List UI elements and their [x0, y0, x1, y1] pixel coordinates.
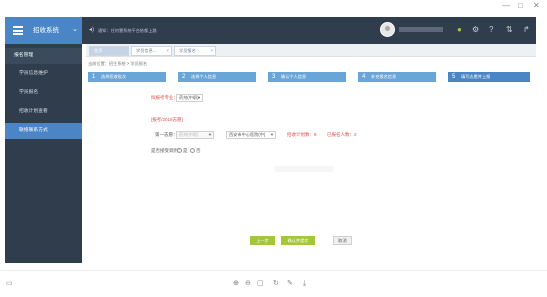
breadcrumb: 当前位置：招生系统 > 学员报名: [88, 61, 148, 66]
plan-count: 招收计划数：8: [287, 132, 317, 137]
placeholder-block: [275, 166, 333, 172]
speaker-icon: ◂): [89, 27, 95, 33]
chevron-down-icon: ▼: [208, 132, 212, 137]
system-title: 招收系统: [33, 27, 59, 34]
step-number: 2: [182, 74, 186, 80]
sidebar-item-student-info[interactable]: 学员信息维护: [5, 66, 82, 82]
help-icon[interactable]: ?: [489, 25, 493, 35]
wechat-icon[interactable]: ●: [457, 25, 462, 35]
step-label: 确认个人信息: [281, 74, 307, 79]
tab-label: 学员信息...: [136, 48, 157, 53]
gear-icon[interactable]: ⚙: [472, 25, 479, 35]
step-label: 填写志愿并上报: [461, 74, 491, 79]
notice-marquee: 通知：任何慧系统平台依都上路: [98, 28, 157, 33]
rotate-icon[interactable]: ↻: [273, 279, 279, 288]
cancel-button[interactable]: 取消: [333, 236, 352, 245]
major-select-value: 药剂(中职): [179, 95, 199, 100]
tab-student-register[interactable]: 学员报名 ×: [174, 46, 216, 56]
volunteer-section-title: [报考/2018志愿]: [151, 117, 183, 122]
first-choice-select[interactable]: 药剂(中职) ▼: [176, 131, 214, 139]
adjust-yes-radio[interactable]: 是: [177, 147, 188, 155]
step-number: 4: [362, 74, 366, 80]
step-2: 2 选择个人信息: [178, 72, 256, 82]
school-select-value: 西安市中心医院(中): [229, 132, 266, 137]
major-label: 拟报考专业：: [151, 95, 178, 100]
close-window-button[interactable]: ✕: [533, 1, 540, 11]
avatar[interactable]: [380, 22, 395, 37]
hamburger-menu-icon[interactable]: [13, 26, 23, 35]
minimize-button[interactable]: —: [502, 1, 510, 11]
step-number: 3: [272, 74, 276, 80]
sidebar: 报名管理 学员信息维护 学员报名 招收计划查看 联络联系方式: [5, 44, 82, 263]
major-select[interactable]: 药剂(中职) ▼: [176, 94, 203, 102]
chevron-down-icon[interactable]: ⌄: [72, 25, 78, 33]
tab-label: 学员报名: [179, 48, 196, 53]
tab-label: 首页: [94, 48, 103, 53]
step-label: 选择个人信息: [191, 74, 217, 79]
sidebar-item-plan-view[interactable]: 招收计划查看: [5, 104, 82, 120]
user-name-redacted: [399, 27, 443, 32]
zoom-in-icon[interactable]: ⊕: [233, 279, 239, 288]
chevron-down-icon: ▼: [197, 95, 201, 100]
download-icon[interactable]: ⤓: [303, 279, 306, 288]
share-icon[interactable]: ↱: [523, 25, 530, 35]
step-number: 1: [92, 74, 96, 80]
close-icon[interactable]: ×: [167, 47, 169, 55]
school-select[interactable]: 西安市中心医院(中) ▼: [226, 131, 276, 139]
prev-step-button[interactable]: 上一步: [250, 236, 275, 245]
monitor-icon[interactable]: ▭: [6, 279, 13, 288]
tab-strip: 首页 学员信息... × 学员报名 ×: [86, 44, 536, 57]
step-3: 3 确认个人信息: [268, 72, 346, 82]
close-icon[interactable]: ×: [211, 47, 213, 55]
step-1: 1 选择招收批次: [88, 72, 166, 82]
viewer-toolbar: ▭ ⊕ ⊖ ▢ ↻ ✎ ⤓: [0, 270, 547, 297]
step-label: 补充报名信息: [371, 74, 397, 79]
confirm-submit-button[interactable]: 确认并提交: [281, 236, 315, 245]
radio-label: 是: [183, 148, 188, 153]
step-label: 选择招收批次: [101, 74, 127, 79]
sidebar-item-contact[interactable]: 联络联系方式: [5, 123, 82, 139]
first-choice-value: 药剂(中职): [179, 132, 199, 137]
fit-icon[interactable]: ▢: [257, 279, 264, 288]
applied-count: 已报名人数：2: [327, 132, 357, 137]
restore-button[interactable]: □: [518, 1, 523, 11]
sidebar-item-student-register[interactable]: 学员报名: [5, 85, 82, 101]
system-switcher[interactable]: 招收系统 ⌄: [5, 17, 82, 44]
tab-home[interactable]: 首页: [89, 46, 129, 56]
window-title-bar: — □ ✕: [0, 0, 547, 13]
sidebar-header-enrollment[interactable]: 报名管理: [5, 48, 82, 64]
first-choice-label: 第一志愿：: [155, 132, 178, 137]
tab-student-info[interactable]: 学员信息... ×: [131, 46, 172, 56]
top-navbar: 招收系统 ⌄ ◂) 通知：任何慧系统平台依都上路 ● ⚙ ? ⇅ ↱: [5, 17, 536, 44]
zoom-out-icon[interactable]: ⊖: [245, 279, 251, 288]
radio-label: 否: [196, 148, 201, 153]
step-number: 5: [452, 74, 456, 80]
edit-icon[interactable]: ✎: [287, 279, 293, 288]
sort-icon[interactable]: ⇅: [506, 25, 513, 35]
adjust-no-radio[interactable]: 否: [190, 147, 201, 155]
step-4: 4 补充报名信息: [358, 72, 436, 82]
step-5-active: 5 填写志愿并上报: [448, 72, 530, 82]
chevron-down-icon: ▼: [270, 132, 274, 137]
